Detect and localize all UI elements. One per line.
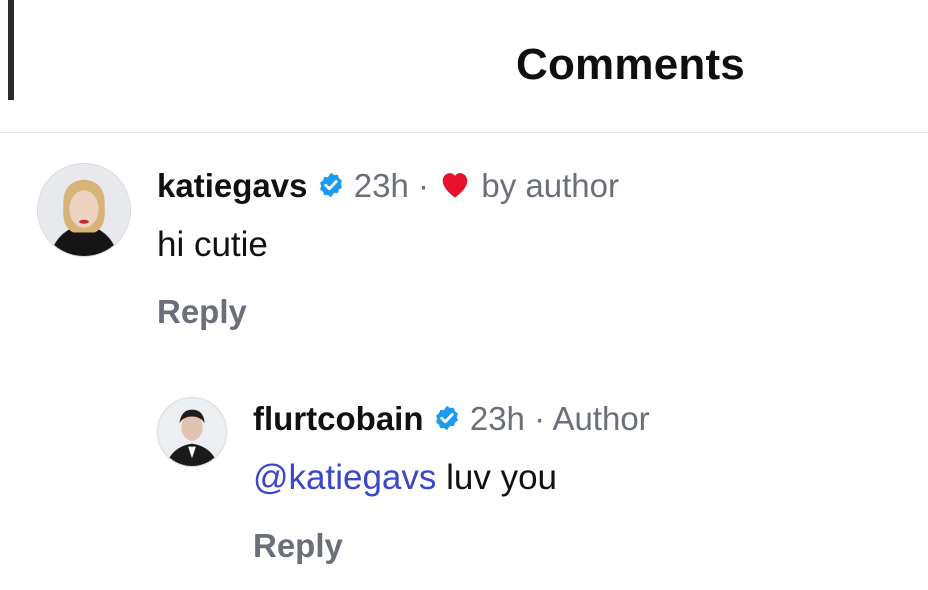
heart-icon xyxy=(438,169,472,207)
comment-meta-row: katiegavs 23h · by author xyxy=(157,167,619,207)
username[interactable]: katiegavs xyxy=(157,167,307,204)
reply-button[interactable]: Reply xyxy=(253,527,343,565)
separator: · xyxy=(418,167,430,204)
comments-screen: Comments katiegavs 23h · by author hi cu… xyxy=(0,0,928,590)
liked-by-author: by author xyxy=(481,167,619,204)
avatar-katiegavs[interactable] xyxy=(37,163,131,257)
comment-text: hi cutie xyxy=(157,225,268,264)
timestamp: 23h xyxy=(353,167,409,204)
comments-header: Comments xyxy=(0,0,928,133)
verified-badge-icon xyxy=(317,169,345,207)
avatar-flurtcobain[interactable] xyxy=(157,397,227,467)
comment-body: luv you xyxy=(436,458,558,497)
avatar-image xyxy=(38,164,130,256)
comment-meta-row: flurtcobain 23h · Author xyxy=(253,400,650,440)
mention-link[interactable]: @katiegavs xyxy=(253,458,436,497)
comment-text: @katiegavs luv you xyxy=(253,458,557,498)
timestamp: 23h xyxy=(469,400,525,437)
separator: · xyxy=(534,400,546,437)
author-label: Author xyxy=(552,400,650,437)
page-title: Comments xyxy=(516,40,745,89)
reply-button[interactable]: Reply xyxy=(157,293,247,331)
avatar-image xyxy=(158,398,226,466)
verified-badge-icon xyxy=(433,402,461,440)
username[interactable]: flurtcobain xyxy=(253,400,424,437)
